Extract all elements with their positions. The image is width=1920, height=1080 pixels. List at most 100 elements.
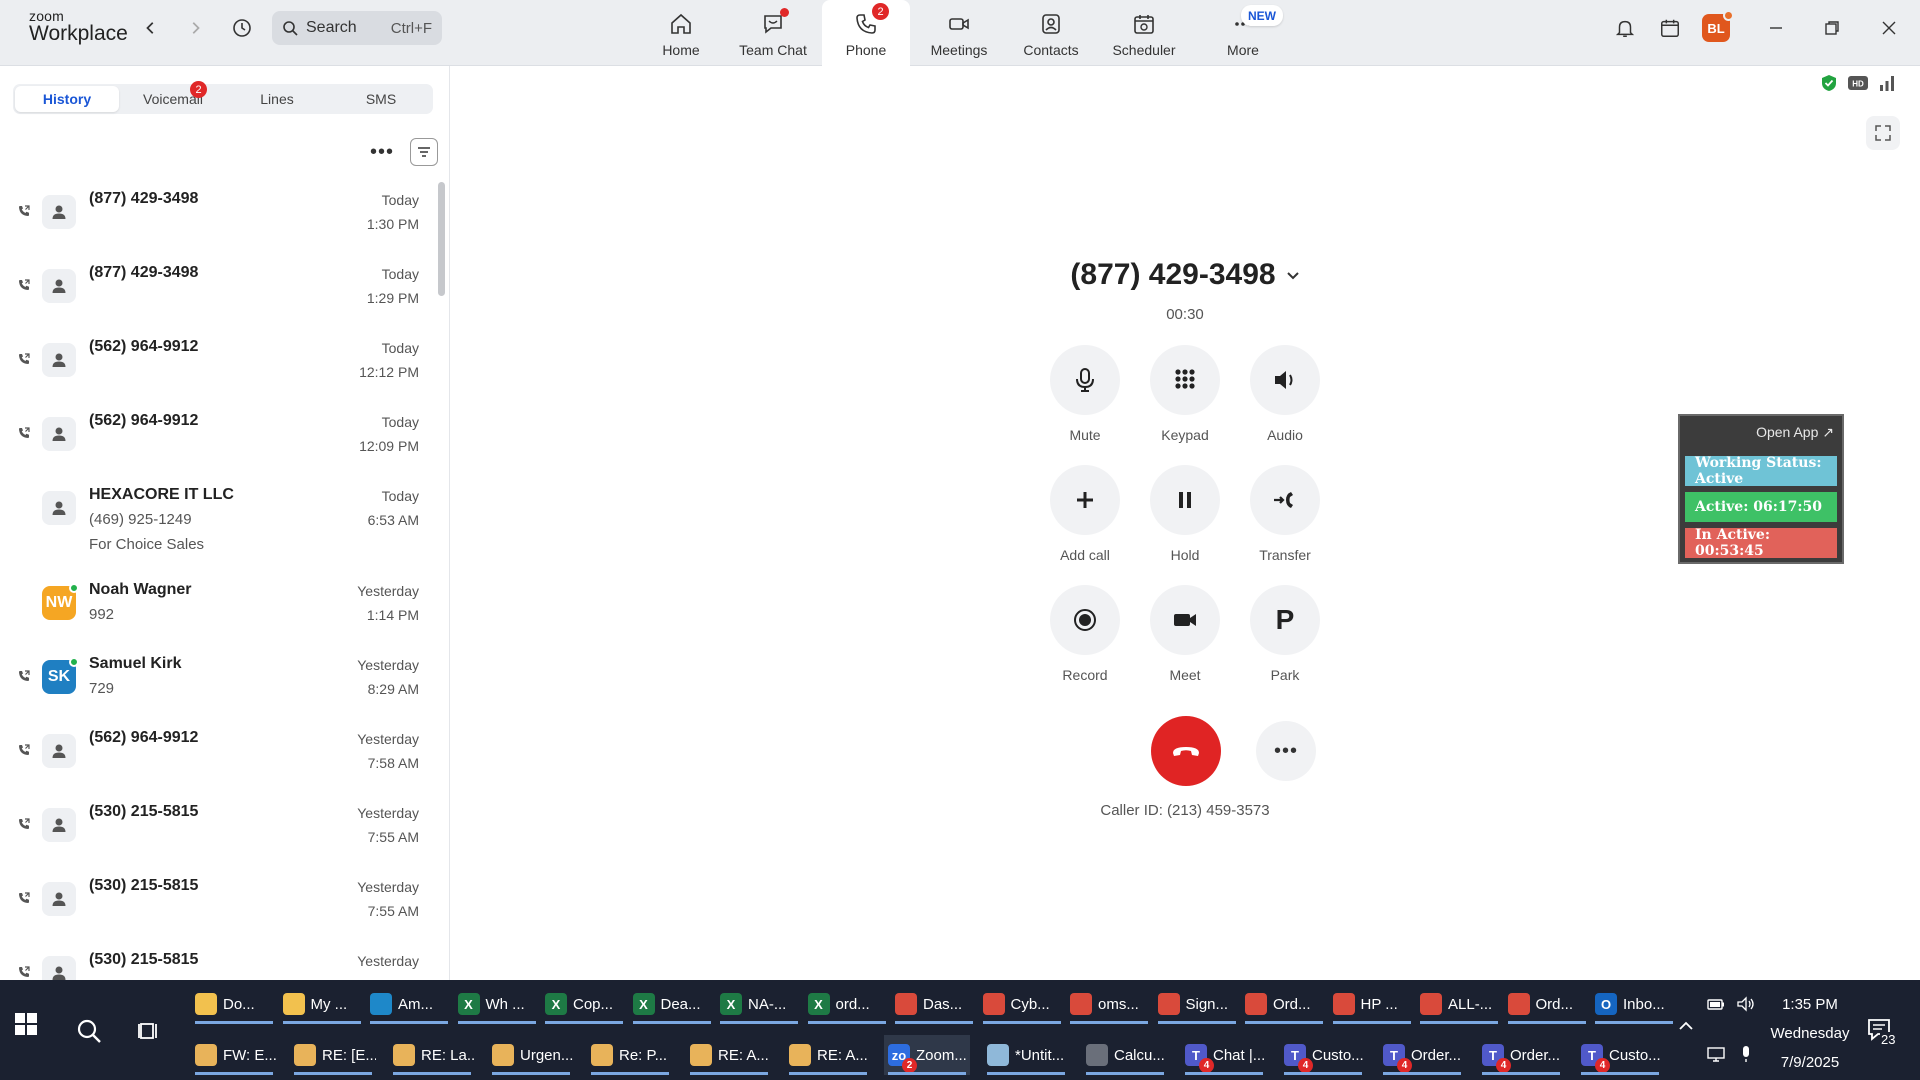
taskbar-item[interactable]: RE: La... <box>389 1035 475 1075</box>
record-button[interactable]: Record <box>1035 585 1135 683</box>
volume-icon[interactable] <box>1736 994 1758 1016</box>
excel-icon: X <box>720 993 742 1015</box>
tab-history[interactable]: History <box>15 86 119 112</box>
hold-button[interactable]: Hold <box>1135 465 1235 563</box>
outgoing-call-icon <box>18 743 32 757</box>
search-bar[interactable]: Search Ctrl+F <box>272 11 442 45</box>
taskbar-item[interactable]: X Wh ... <box>454 984 540 1024</box>
display-icon[interactable] <box>1706 1044 1728 1066</box>
transfer-button[interactable]: Transfer <box>1235 465 1335 563</box>
history-row[interactable]: (562) 964-9912 Yesterday 7:58 AM <box>0 729 430 803</box>
taskbar-item[interactable]: RE: [E... <box>290 1035 376 1075</box>
taskbar-item[interactable]: FW: E... <box>191 1035 277 1075</box>
notification-center-icon[interactable]: 23 <box>1866 1016 1897 1047</box>
taskbar-item[interactable]: T 4 Custo... <box>1577 1035 1663 1075</box>
taskbar-item[interactable]: Ord... <box>1504 984 1590 1024</box>
history-row[interactable]: (562) 964-9912 Today 12:12 PM <box>0 338 430 412</box>
user-avatar[interactable]: BL <box>1702 10 1734 42</box>
meet-button[interactable]: Meet <box>1135 585 1235 683</box>
history-row[interactable]: HEXACORE IT LLC (469) 925-1249 For Choice … <box>0 486 430 581</box>
more-call-options-button[interactable]: ••• <box>1256 721 1316 781</box>
clock-day: Wednesday <box>1770 1025 1850 1042</box>
taskbar-item[interactable]: *Untit... <box>983 1035 1069 1075</box>
taskbar-item[interactable]: My ... <box>279 984 365 1024</box>
taskbar-item-label: RE: A... <box>817 1046 868 1064</box>
battery-icon[interactable] <box>1706 994 1728 1016</box>
tab-voicemail[interactable]: Voicemail 2 <box>121 81 225 114</box>
notification-count: 23 <box>1880 1032 1897 1047</box>
back-arrow-icon[interactable] <box>139 14 163 42</box>
close-icon[interactable] <box>1872 14 1906 42</box>
taskbar-item[interactable]: Do... <box>191 984 277 1024</box>
taskbar-item[interactable]: zo 2 Zoom... <box>884 1035 970 1075</box>
open-app-link[interactable]: Open App ↗ <box>1756 424 1834 441</box>
history-row[interactable]: (530) 215-5815 Yesterday 7:55 AM <box>0 877 430 951</box>
nav-home[interactable]: Home <box>637 0 725 66</box>
tab-sms[interactable]: SMS <box>329 84 433 114</box>
taskbar-item[interactable]: Re: P... <box>587 1035 673 1075</box>
taskbar-clock[interactable]: 1:35 PM Wednesday 7/9/2025 <box>1760 990 1860 1077</box>
taskbar-item[interactable]: X Cop... <box>541 984 627 1024</box>
taskbar-item[interactable]: T 4 Custo... <box>1280 1035 1366 1075</box>
expand-icon[interactable] <box>1866 116 1900 150</box>
nav-phone[interactable]: 2 Phone <box>822 0 910 66</box>
taskbar-item[interactable]: O Inbo... <box>1591 984 1677 1024</box>
nav-contacts[interactable]: Contacts <box>1007 0 1095 66</box>
taskbar-item[interactable]: Ord... <box>1241 984 1327 1024</box>
taskbar-item[interactable]: oms... <box>1066 984 1152 1024</box>
taskbar-search-icon[interactable] <box>72 1014 106 1048</box>
restore-icon[interactable] <box>1815 14 1849 42</box>
taskbar-item[interactable]: Am... <box>366 984 452 1024</box>
taskbar-item[interactable]: Urgen... <box>488 1035 574 1075</box>
windows-start-icon[interactable] <box>14 1012 48 1046</box>
history-row[interactable]: (530) 215-5815 Yesterday 7:55 AM <box>0 803 430 877</box>
taskbar-item[interactable]: HP ... <box>1329 984 1415 1024</box>
audio-button[interactable]: Audio <box>1235 345 1335 443</box>
taskbar-item[interactable]: X Dea... <box>629 984 715 1024</box>
taskbar-item[interactable]: X NA-... <box>716 984 802 1024</box>
taskbar-item[interactable]: Xord... <box>804 984 890 1024</box>
taskbar-item[interactable]: ALL-... <box>1416 984 1502 1024</box>
minimize-icon[interactable] <box>1759 14 1793 42</box>
more-options-icon[interactable]: ••• <box>370 142 394 162</box>
taskbar-item[interactable]: Cyb... <box>979 984 1065 1024</box>
history-row[interactable]: NW Noah Wagner 992 Yesterday 1:14 PM <box>0 581 430 655</box>
bell-icon[interactable] <box>1611 14 1639 42</box>
filter-icon[interactable] <box>410 138 439 166</box>
calendar-icon[interactable] <box>1656 14 1684 42</box>
park-button[interactable]: P Park <box>1235 585 1335 683</box>
task-view-icon[interactable] <box>132 1014 166 1048</box>
history-clock-icon[interactable] <box>228 14 256 42</box>
nav-meetings[interactable]: Meetings <box>915 0 1003 66</box>
scrollbar[interactable] <box>438 182 445 296</box>
history-row[interactable]: (877) 429-3498 Today 1:30 PM <box>0 190 430 264</box>
taskbar-item[interactable]: T 4 Order... <box>1478 1035 1564 1075</box>
keypad-button[interactable]: Keypad <box>1135 345 1235 443</box>
phone-badge: 2 <box>872 3 889 20</box>
taskbar-item[interactable]: Das... <box>891 984 977 1024</box>
forward-arrow-icon[interactable] <box>183 14 207 42</box>
microphone-icon[interactable] <box>1736 1044 1758 1066</box>
person-icon <box>42 882 76 916</box>
taskbar-item[interactable]: RE: A... <box>785 1035 871 1075</box>
taskbar-item[interactable]: T 4 Chat |... <box>1181 1035 1267 1075</box>
taskbar-item[interactable]: Sign... <box>1154 984 1240 1024</box>
history-row[interactable]: (877) 429-3498 Today 1:29 PM <box>0 264 430 338</box>
zoom-workplace-logo: zoom Workplace <box>29 9 128 44</box>
teams-icon: T4 <box>1581 1044 1610 1073</box>
tab-lines[interactable]: Lines <box>225 84 329 114</box>
taskbar-item[interactable]: Calcu... <box>1082 1035 1168 1075</box>
history-row[interactable]: SK Samuel Kirk 729 Yesterday 8:29 AM <box>0 655 430 729</box>
end-call-button[interactable] <box>1151 716 1221 786</box>
history-row[interactable]: (562) 964-9912 Today 12:09 PM <box>0 412 430 486</box>
add-call-button[interactable]: Add call <box>1035 465 1135 563</box>
caller-number-dropdown[interactable]: (877) 429-3498 <box>1070 258 1299 292</box>
caller-id: Caller ID: (213) 459-3573 <box>1100 802 1270 819</box>
nav-scheduler[interactable]: Scheduler <box>1100 0 1188 66</box>
chevron-up-icon[interactable] <box>1676 1016 1698 1038</box>
taskbar-item[interactable]: RE: A... <box>686 1035 772 1075</box>
history-row[interactable]: (530) 215-5815 Yesterday <box>0 951 430 980</box>
nav-team-chat[interactable]: Team Chat <box>729 0 817 66</box>
mute-button[interactable]: Mute <box>1035 345 1135 443</box>
taskbar-item[interactable]: T 4 Order... <box>1379 1035 1465 1075</box>
